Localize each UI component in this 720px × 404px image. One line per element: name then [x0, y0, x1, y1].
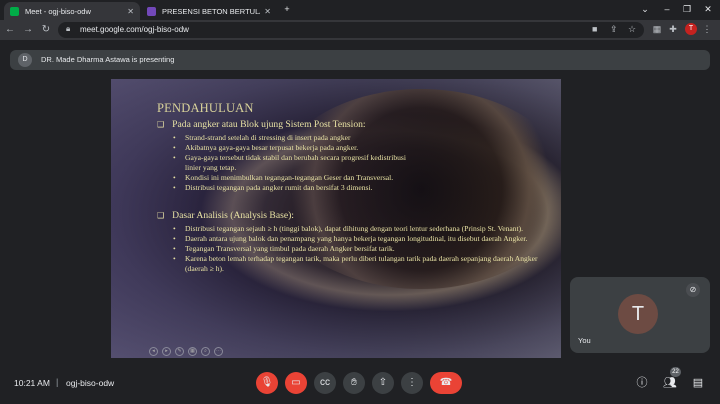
- slides-grid-icon[interactable]: ▦: [188, 347, 197, 356]
- menu-kebab-icon[interactable]: ⋮: [700, 22, 714, 36]
- list-item: • Gaya-gaya tersebut tidak stabil dan ber…: [173, 153, 406, 172]
- list-item: • Distribusi tegangan pada angker rumit d…: [173, 183, 373, 192]
- self-video-tile[interactable]: ⊘ T You: [570, 277, 710, 353]
- list-item: • Daerah antara ujung balok dan penampang…: [173, 234, 528, 243]
- presenting-banner: D DR. Made Dharma Astawa is presenting: [10, 50, 710, 70]
- section-heading-text: Dasar Analisis (Analysis Base):: [172, 210, 294, 221]
- tab-meet[interactable]: Meet - ogj-biso-odw ✕: [4, 2, 140, 20]
- raise-hand-button[interactable]: ✋︎: [343, 372, 365, 394]
- list-item: • Strand-strand setelah di stressing di i…: [173, 133, 351, 142]
- bullet-list: • Distribusi tegangan sejauh ≥ h (tinggi …: [173, 224, 557, 274]
- checkbox-bullet-icon: ❑: [157, 120, 165, 129]
- slide-content: PENDAHULUAN ❑ Pada angker atau Blok ujun…: [157, 101, 557, 274]
- presenter-avatar: D: [18, 53, 32, 67]
- meet-favicon-icon: [10, 6, 19, 16]
- address-bar[interactable]: 🔒︎ meet.google.com/ogj-biso-odw ■ ⇪ ☆: [58, 22, 644, 38]
- chat-icon[interactable]: ▤: [688, 373, 708, 393]
- self-avatar: T: [618, 294, 658, 334]
- list-item: • Akibatnya gaya-gaya besar terpusat beke…: [173, 143, 359, 152]
- list-item: • Tegangan Transversal yang timbul pada d…: [173, 244, 395, 253]
- close-tab-icon[interactable]: ✕: [127, 7, 134, 16]
- slideshow-toolbar: ◂ ▸ ✎ ▦ ⌕ ⋯: [149, 347, 223, 356]
- self-name-label: You: [578, 336, 591, 345]
- slide-title: PENDAHULUAN: [157, 101, 254, 115]
- forward-icon[interactable]: →: [20, 22, 36, 38]
- meeting-code: ogj-biso-odw: [66, 378, 115, 388]
- close-window-icon[interactable]: ✕: [697, 2, 719, 16]
- section-heading: ❑ Dasar Analisis (Analysis Base):: [157, 210, 557, 221]
- browser-tab-bar: Meet - ogj-biso-odw ✕ PRESENSI BETON BER…: [0, 0, 720, 20]
- puzzle-icon[interactable]: ✚: [666, 22, 680, 36]
- profile-avatar[interactable]: T: [685, 23, 697, 35]
- maximize-icon[interactable]: ❐: [676, 2, 698, 16]
- previous-slide-icon[interactable]: ◂: [149, 347, 158, 356]
- camera-toggle-button[interactable]: ▭: [285, 372, 307, 394]
- list-item: • Kondisi ini menimbulkan tegangan-tegang…: [173, 173, 394, 182]
- bookmark-star-icon[interactable]: ☆: [628, 24, 636, 35]
- pen-icon[interactable]: ✎: [175, 347, 184, 356]
- forms-favicon-icon: [147, 6, 156, 16]
- captions-button[interactable]: cc: [314, 372, 336, 394]
- presenting-text: DR. Made Dharma Astawa is presenting: [41, 55, 175, 64]
- close-tab-icon[interactable]: ✕: [264, 7, 271, 16]
- new-tab-button[interactable]: +: [280, 2, 294, 16]
- more-options-button[interactable]: ⋮: [401, 372, 423, 394]
- participants-count-badge: 22: [670, 367, 681, 377]
- reload-icon[interactable]: ↻: [38, 22, 54, 38]
- present-screen-button[interactable]: ⇧: [372, 372, 394, 394]
- separator: |: [56, 377, 59, 387]
- list-item: • Karena beton lemah terhadap tegangan ta…: [173, 254, 538, 273]
- meeting-controls-bar: 10:21 AM | ogj-biso-odw 🎙︎ ▭ cc ✋︎ ⇧ ⋮ ☎…: [0, 364, 720, 404]
- lock-icon: 🔒︎: [66, 24, 71, 33]
- next-slide-icon[interactable]: ▸: [162, 347, 171, 356]
- share-icon[interactable]: ⇪: [610, 24, 618, 35]
- checkbox-bullet-icon: ❑: [157, 211, 165, 220]
- minimize-icon[interactable]: –: [656, 2, 678, 16]
- bullet-list: • Strand-strand setelah di stressing di i…: [173, 133, 557, 193]
- zoom-icon[interactable]: ⌕: [201, 347, 210, 356]
- camera-icon[interactable]: ■: [592, 24, 597, 34]
- mic-off-icon: ⊘: [686, 283, 700, 297]
- extension-icon[interactable]: ▦: [650, 22, 664, 36]
- section-heading: ❑ Pada angker atau Blok ujung Sistem Pos…: [157, 119, 557, 130]
- tab-presensi[interactable]: PRESENSI BETON BERTULANG 3 ✕: [141, 2, 277, 20]
- microphone-toggle-button[interactable]: 🎙︎: [256, 372, 278, 394]
- current-time: 10:21 AM: [14, 378, 50, 388]
- url-text: meet.google.com/ogj-biso-odw: [80, 25, 189, 34]
- meeting-details-icon[interactable]: ⓘ: [632, 373, 652, 393]
- tab-title: PRESENSI BETON BERTULANG 3: [162, 6, 260, 16]
- presentation-slide[interactable]: PENDAHULUAN ❑ Pada angker atau Blok ujun…: [111, 79, 561, 358]
- tab-search-icon[interactable]: ⌄: [634, 2, 656, 16]
- section-heading-text: Pada angker atau Blok ujung Sistem Post …: [172, 119, 366, 130]
- back-icon[interactable]: ←: [2, 22, 18, 38]
- list-item: • Distribusi tegangan sejauh ≥ h (tinggi …: [173, 224, 524, 233]
- tab-title: Meet - ogj-biso-odw: [25, 6, 91, 16]
- more-options-icon[interactable]: ⋯: [214, 347, 223, 356]
- browser-toolbar: ← → ↻ 🔒︎ meet.google.com/ogj-biso-odw ■ …: [0, 20, 720, 40]
- leave-call-button[interactable]: ☎︎: [430, 372, 462, 394]
